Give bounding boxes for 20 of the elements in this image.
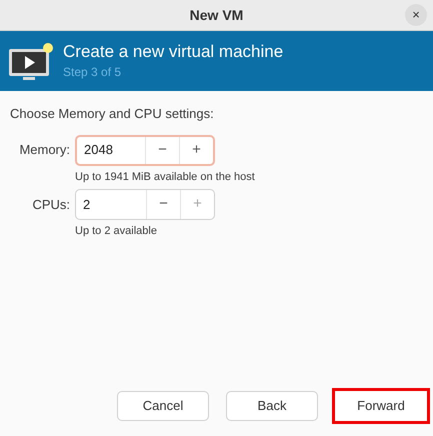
section-heading: Choose Memory and CPU settings: (10, 105, 215, 123)
increment-button[interactable]: + (179, 136, 213, 164)
hint-text: Up to 1941 MiB available on the host (75, 170, 256, 184)
spin-box[interactable]: 2 − + (75, 189, 215, 220)
close-button[interactable]: × (405, 4, 427, 26)
banner-title: Create a new virtual machine (63, 41, 284, 63)
step-indicator: Step 3 of 5 (63, 64, 122, 81)
spin-value: 2 (82, 196, 92, 214)
spin-box[interactable]: 2048 − + (75, 134, 215, 166)
dialog-button[interactable]: Back (226, 391, 318, 421)
monitor-icon (7, 41, 53, 81)
window-title: New VM (190, 6, 244, 24)
dialog-button[interactable]: Cancel (117, 391, 209, 421)
decrement-button[interactable]: − (146, 190, 180, 219)
spin-value: 2048 (83, 141, 114, 160)
field-label: Memory: (18, 141, 70, 160)
decrement-button[interactable]: − (145, 136, 179, 164)
hint-text: Up to 2 available (75, 224, 158, 239)
field-label: CPUs: (31, 196, 70, 214)
dialog-button[interactable]: Forward (335, 391, 427, 421)
